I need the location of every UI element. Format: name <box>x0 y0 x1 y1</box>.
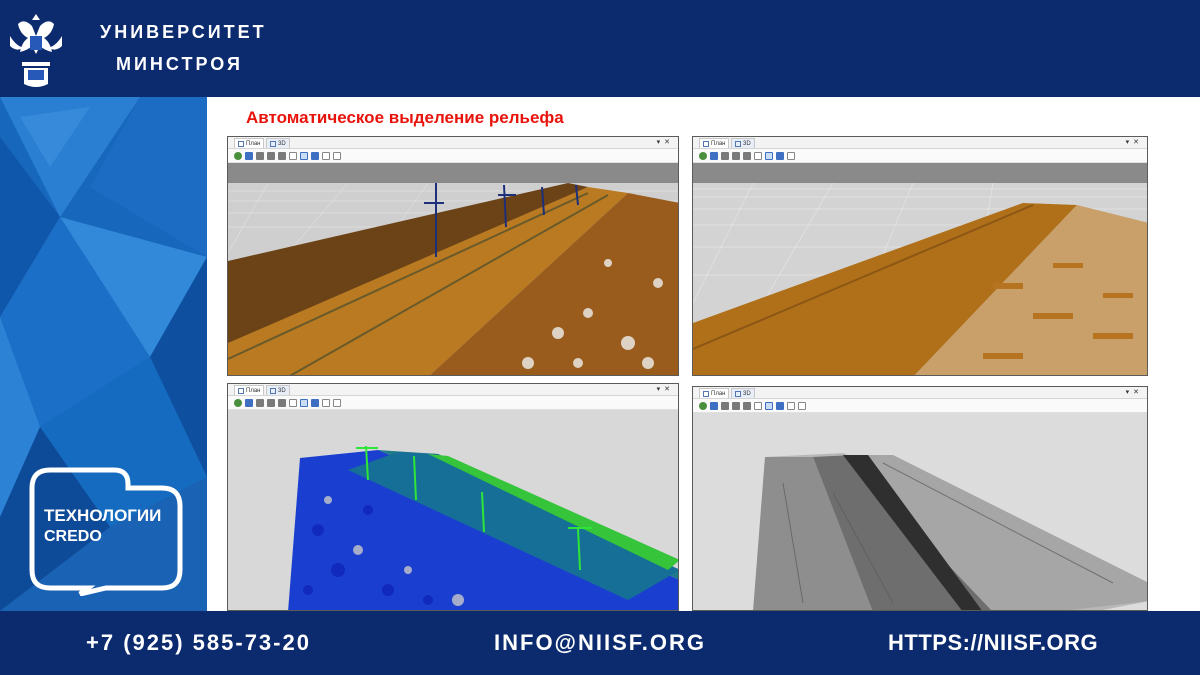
3d-view-relief[interactable] <box>693 413 1147 610</box>
tab-plan[interactable]: План <box>699 388 730 398</box>
pan-icon[interactable] <box>710 401 718 410</box>
tab-3d-label: 3D <box>278 387 286 394</box>
tab-plan-label: План <box>711 390 726 397</box>
tab-plan-label: План <box>246 140 261 147</box>
tab-plan[interactable]: План <box>234 385 265 395</box>
viewer-window-1: План 3D ▾✕ <box>227 136 679 376</box>
footer-url[interactable]: HTTPS://NIISF.ORG <box>888 630 1098 656</box>
filter-icon[interactable] <box>743 401 751 410</box>
select-icon[interactable] <box>787 151 795 160</box>
footer-email[interactable]: INFO@NIISF.ORG <box>494 630 706 656</box>
grid-toggle-icon[interactable] <box>289 398 297 407</box>
grid-toggle-icon[interactable] <box>754 401 762 410</box>
window-controls[interactable]: ▾✕ <box>1126 388 1143 396</box>
zoom-out-icon[interactable] <box>732 151 740 160</box>
tab-bar: План 3D ▾✕ <box>228 384 678 396</box>
display-mode-icon[interactable] <box>765 401 773 410</box>
plan-tab-icon <box>238 387 244 394</box>
fit-view-icon[interactable] <box>333 151 341 160</box>
tab-3d-label: 3D <box>743 140 751 147</box>
emblem-icon <box>10 14 62 87</box>
tab-bar: План 3D ▾✕ <box>693 137 1147 149</box>
tab-bar: План 3D ▾✕ <box>693 387 1147 399</box>
render-icon[interactable] <box>776 151 784 160</box>
pan-icon[interactable] <box>245 151 253 160</box>
display-mode-icon[interactable] <box>300 398 308 407</box>
slide-title: Автоматическое выделение рельефа <box>246 108 564 127</box>
header-bar: УНИВЕРСИТЕТ МИНСТРОЯ <box>0 0 1200 97</box>
tab-3d[interactable]: 3D <box>266 385 290 395</box>
fit-view-icon[interactable] <box>798 401 806 410</box>
tab-plan[interactable]: План <box>234 138 265 148</box>
plan-tab-icon <box>703 140 709 147</box>
filter-icon[interactable] <box>743 151 751 160</box>
navigate-icon[interactable] <box>234 398 242 407</box>
view-toolbar <box>693 399 1147 413</box>
render-icon[interactable] <box>776 401 784 410</box>
3d-view-height-colored[interactable] <box>228 410 678 610</box>
window-controls[interactable]: ▾✕ <box>657 138 674 146</box>
select-icon[interactable] <box>322 151 330 160</box>
viewer-window-3: План 3D ▾✕ <box>227 383 679 611</box>
3d-view-natural[interactable] <box>228 163 678 375</box>
render-icon[interactable] <box>311 398 319 407</box>
select-icon[interactable] <box>322 398 330 407</box>
tab-3d[interactable]: 3D <box>266 138 290 148</box>
view-toolbar <box>228 396 678 410</box>
org-name-line1: УНИВЕРСИТЕТ <box>100 22 267 42</box>
navigate-icon[interactable] <box>234 151 242 160</box>
pan-icon[interactable] <box>710 151 718 160</box>
3d-tab-icon <box>270 387 276 394</box>
viewer-window-4: План 3D ▾✕ <box>692 386 1148 611</box>
navigate-icon[interactable] <box>699 401 707 410</box>
org-name-line2: МИНСТРОЯ <box>116 54 243 74</box>
tab-bar: План 3D ▾✕ <box>228 137 678 149</box>
zoom-in-icon[interactable] <box>256 151 264 160</box>
viewer-window-2: План 3D ▾✕ <box>692 136 1148 376</box>
zoom-out-icon[interactable] <box>267 398 275 407</box>
pan-icon[interactable] <box>245 398 253 407</box>
tab-3d[interactable]: 3D <box>731 388 755 398</box>
fit-view-icon[interactable] <box>333 398 341 407</box>
3d-view-ground[interactable] <box>693 163 1147 375</box>
tab-plan-label: План <box>711 140 726 147</box>
display-mode-icon[interactable] <box>300 151 308 160</box>
render-icon[interactable] <box>311 151 319 160</box>
plan-tab-icon <box>703 390 709 397</box>
credo-logo-text2: CREDO <box>44 528 102 545</box>
zoom-in-icon[interactable] <box>256 398 264 407</box>
window-controls[interactable]: ▾✕ <box>1126 138 1143 146</box>
zoom-in-icon[interactable] <box>721 401 729 410</box>
navigate-icon[interactable] <box>699 151 707 160</box>
view-toolbar <box>228 149 678 163</box>
filter-icon[interactable] <box>278 398 286 407</box>
tab-plan[interactable]: План <box>699 138 730 148</box>
grid-toggle-icon[interactable] <box>289 151 297 160</box>
display-mode-icon[interactable] <box>765 151 773 160</box>
tab-3d[interactable]: 3D <box>731 138 755 148</box>
credo-logo-text1: ТЕХНОЛОГИИ <box>44 506 162 525</box>
3d-tab-icon <box>270 140 276 147</box>
tab-plan-label: План <box>246 387 261 394</box>
tab-3d-label: 3D <box>278 140 286 147</box>
3d-tab-icon <box>735 390 741 397</box>
zoom-out-icon[interactable] <box>732 401 740 410</box>
3d-tab-icon <box>735 140 741 147</box>
tab-3d-label: 3D <box>743 390 751 397</box>
select-icon[interactable] <box>787 401 795 410</box>
filter-icon[interactable] <box>278 151 286 160</box>
view-toolbar <box>693 149 1147 163</box>
zoom-out-icon[interactable] <box>267 151 275 160</box>
grid-toggle-icon[interactable] <box>754 151 762 160</box>
window-controls[interactable]: ▾✕ <box>657 385 674 393</box>
zoom-in-icon[interactable] <box>721 151 729 160</box>
plan-tab-icon <box>238 140 244 147</box>
footer-phone[interactable]: +7 (925) 585-73-20 <box>86 630 311 656</box>
